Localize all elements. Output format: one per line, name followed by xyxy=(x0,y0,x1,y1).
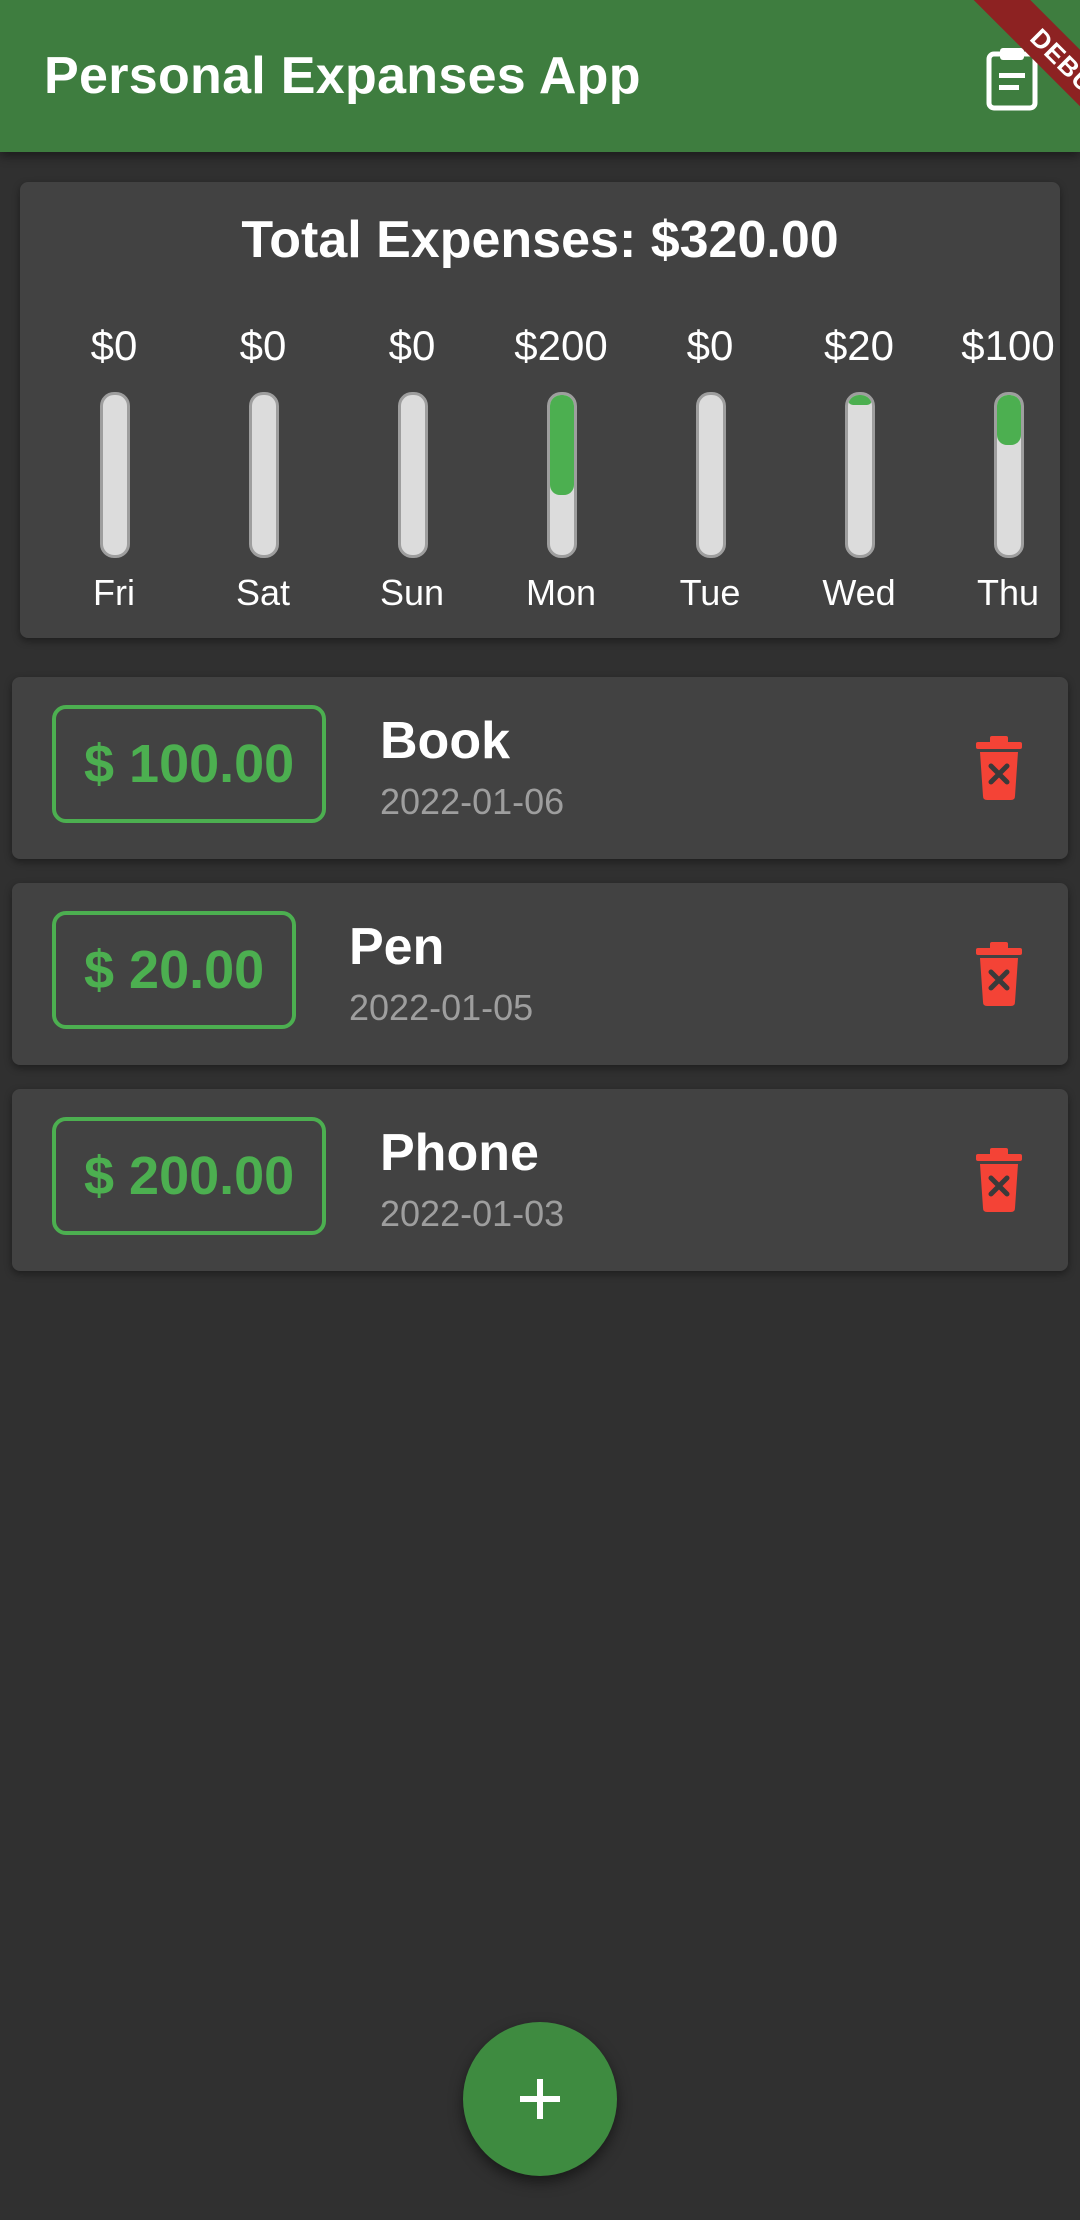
bar-track xyxy=(696,392,726,558)
bar-fill xyxy=(848,395,872,405)
bar-day-label: Thu xyxy=(976,572,1040,613)
bar-fri: $0 Fri xyxy=(44,322,184,622)
transaction-amount: $ 20.00 xyxy=(52,911,297,1029)
transaction-item: $ 100.00 Book 2022-01-06 xyxy=(12,677,1068,859)
bar-wed: $20 Wed xyxy=(789,322,929,622)
bar-mon: $200 Mon xyxy=(491,322,631,622)
delete-transaction-button[interactable] xyxy=(966,1147,1032,1213)
bar-track xyxy=(994,392,1024,558)
bar-day-label: Sat xyxy=(235,572,291,613)
bar-day-label: Fri xyxy=(93,572,135,613)
bar-track xyxy=(547,392,577,558)
transaction-date: 2022-01-06 xyxy=(380,781,565,822)
transaction-text: Phone 2022-01-03 xyxy=(380,1123,564,1235)
bar-amount: $20 xyxy=(823,322,895,369)
add-transaction-fab[interactable] xyxy=(463,2022,617,2176)
plus-icon xyxy=(520,2079,560,2119)
transaction-title: Pen xyxy=(349,918,445,976)
transaction-date: 2022-01-05 xyxy=(349,987,534,1028)
transaction-text: Book 2022-01-06 xyxy=(380,711,564,823)
bar-day-label: Tue xyxy=(679,572,741,613)
weekly-bars: $0 Fri $0 Sat $0 Sun $200 Mon $0 Tue $20… xyxy=(20,322,1060,622)
app-title: Personal Expanses App xyxy=(44,47,641,105)
bar-track xyxy=(398,392,428,558)
bar-amount: $0 xyxy=(388,322,436,369)
transaction-item: $ 200.00 Phone 2022-01-03 xyxy=(12,1089,1068,1271)
bar-amount: $0 xyxy=(90,322,138,369)
transaction-title: Phone xyxy=(380,1124,539,1182)
transaction-amount: $ 100.00 xyxy=(52,705,327,823)
bar-amount: $200 xyxy=(514,322,608,369)
weekly-chart-card: Total Expenses: $320.00 $0 Fri $0 Sat $0… xyxy=(20,182,1060,638)
transaction-date: 2022-01-03 xyxy=(380,1193,565,1234)
trash-delete-icon xyxy=(976,1148,1022,1212)
bar-day-label: Sun xyxy=(379,572,445,613)
bar-thu: $100 Thu xyxy=(938,322,1078,622)
bar-track xyxy=(249,392,279,558)
transaction-text: Pen 2022-01-05 xyxy=(349,917,533,1029)
bar-tue: $0 Tue xyxy=(640,322,780,622)
transaction-title: Book xyxy=(380,712,510,770)
transaction-item: $ 20.00 Pen 2022-01-05 xyxy=(12,883,1068,1065)
delete-transaction-button[interactable] xyxy=(966,735,1032,801)
bar-sat: $0 Sat xyxy=(193,322,333,622)
total-expenses-label: Total Expenses: $320.00 xyxy=(241,211,839,269)
bar-amount: $0 xyxy=(686,322,734,369)
transaction-amount: $ 200.00 xyxy=(52,1117,327,1235)
trash-delete-icon xyxy=(976,736,1022,800)
calendar-clipboard-icon xyxy=(986,48,1038,111)
bar-fill xyxy=(997,395,1021,445)
bar-sun: $0 Sun xyxy=(342,322,482,622)
app-bar: Personal Expanses App xyxy=(0,0,1080,152)
bar-day-label: Mon xyxy=(525,572,597,613)
bar-track xyxy=(100,392,130,558)
trash-delete-icon xyxy=(976,942,1022,1006)
delete-transaction-button[interactable] xyxy=(966,941,1032,1007)
bar-day-label: Wed xyxy=(822,572,896,613)
bar-track xyxy=(845,392,875,558)
bar-amount: $0 xyxy=(239,322,287,369)
bar-amount: $100 xyxy=(961,322,1055,369)
add-transaction-action-button[interactable] xyxy=(976,42,1048,114)
bar-fill xyxy=(550,395,574,495)
